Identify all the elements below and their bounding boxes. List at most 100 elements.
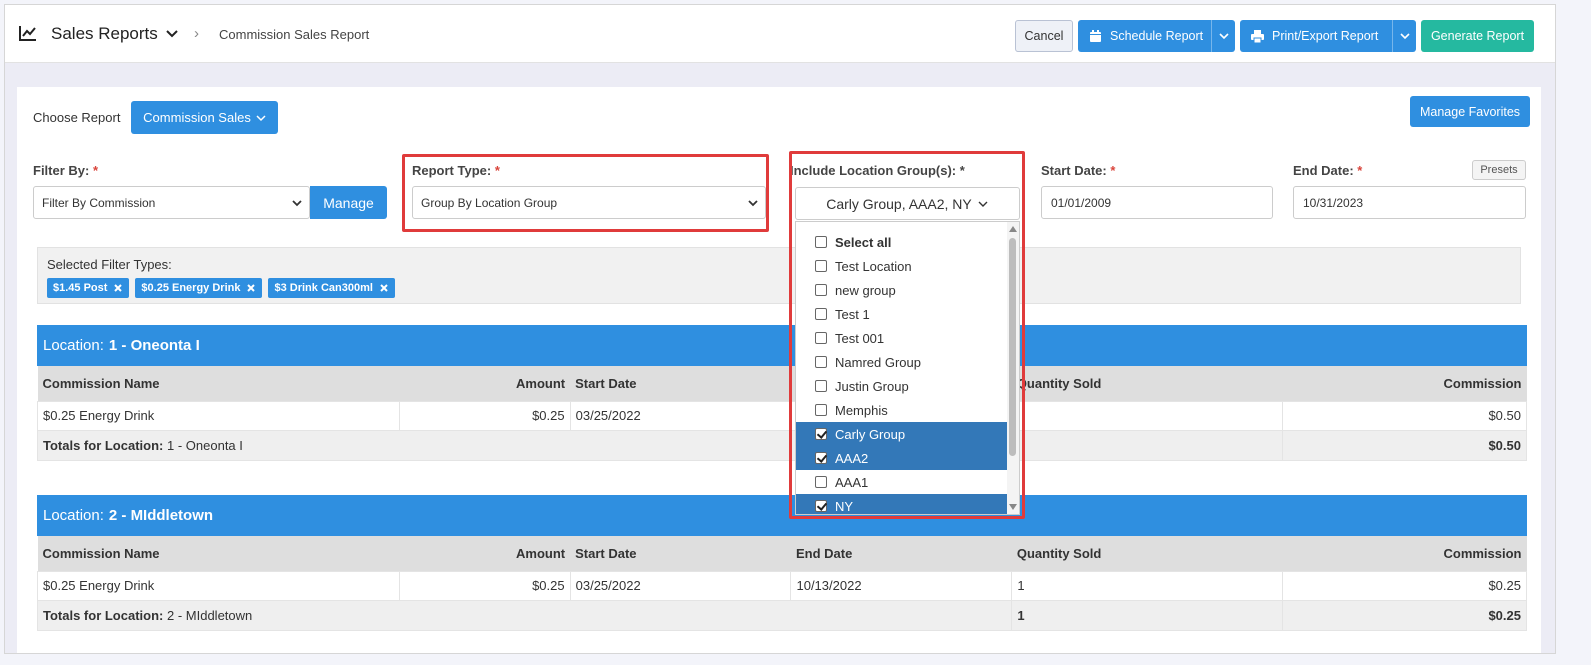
manage-favorites-label: Manage Favorites (1419, 104, 1521, 119)
cancel-button[interactable]: Cancel (1015, 20, 1073, 52)
commission-table: Commission Name Amount Start Date End Da… (36, 536, 1527, 631)
location-prefix: Location: (43, 337, 104, 354)
column-header: Commission Name (37, 536, 400, 571)
report-type-highlight (402, 154, 769, 232)
totals-label: Totals for Location: (43, 607, 164, 623)
chevron-down-icon (1399, 33, 1410, 40)
app-title[interactable]: Sales Reports (51, 24, 158, 44)
close-icon[interactable] (379, 283, 389, 293)
required-marker: * (1110, 163, 1116, 178)
commission-cell: $0.50 (1282, 400, 1527, 431)
filter-by-value: Filter By Commission (42, 195, 156, 210)
quantity-cell (1011, 400, 1284, 431)
start-date-value: 01/01/2009 (1051, 195, 1112, 210)
app-window: Sales Reports › Commission Sales Report … (4, 4, 1556, 654)
print-export-label: Print/Export Report (1272, 29, 1379, 43)
commission-table: Commission Name Amount Start Date End Da… (36, 366, 1527, 461)
manage-filter-button[interactable]: Manage (310, 186, 387, 219)
filter-chip: $3 Drink Can300ml (268, 278, 395, 298)
required-marker: * (92, 163, 99, 178)
column-header: Commission Name (37, 366, 400, 401)
cancel-label: Cancel (1024, 29, 1064, 43)
line-chart-icon (19, 26, 36, 41)
manage-filter-label: Manage (323, 194, 374, 211)
column-header: End Date (790, 536, 1012, 571)
schedule-report-label: Schedule Report (1110, 29, 1204, 43)
chevron-down-icon (256, 114, 266, 121)
column-header: Amount (399, 366, 571, 401)
start-date-cell: 03/25/2022 (569, 400, 792, 431)
required-marker: * (1357, 163, 1363, 178)
chevron-down-icon (292, 200, 302, 207)
generate-report-label: Generate Report (1430, 29, 1525, 43)
filter-chip-label: $3 Drink Can300ml (274, 282, 373, 294)
location-name: 2 - MIddletown (108, 507, 214, 524)
end-date-value: 10/31/2023 (1303, 195, 1364, 210)
totals-row: Totals for Location: 2 - MIddletown 1 $0… (36, 599, 1527, 631)
totals-location-name: 2 - MIddletown (167, 607, 253, 623)
close-icon[interactable] (113, 283, 123, 293)
top-bar: Sales Reports › Commission Sales Report … (5, 5, 1555, 63)
report-panel: Choose Report Commission Sales Manage Fa… (17, 87, 1541, 653)
commission-name-cell: $0.25 Energy Drink (37, 400, 400, 431)
column-header: Commission (1282, 536, 1527, 571)
presets-button[interactable]: Presets (1472, 160, 1526, 180)
schedule-dropdown-toggle[interactable] (1211, 20, 1235, 52)
totals-commission-cell: $0.25 (1282, 599, 1527, 631)
choose-report-value: Commission Sales (143, 110, 251, 125)
amount-cell: $0.25 (398, 570, 571, 601)
filter-chip: $0.25 Energy Drink (135, 278, 263, 298)
chevron-down-icon[interactable] (165, 27, 179, 41)
chevron-down-icon (1218, 33, 1229, 40)
close-icon[interactable] (246, 283, 256, 293)
amount-cell: $0.25 (398, 400, 571, 431)
totals-label-cell: Totals for Location: 2 - MIddletown (36, 599, 1013, 631)
totals-commission-cell: $0.50 (1282, 429, 1527, 461)
filter-by-label: Filter By: * (33, 163, 98, 178)
filter-by-select[interactable]: Filter By Commission (33, 186, 310, 219)
print-export-report-button[interactable]: Print/Export Report (1240, 20, 1416, 52)
end-date-cell: 10/13/2022 (790, 570, 1013, 601)
table-row: $0.25 Energy Drink $0.25 03/25/2022 $0.5… (37, 400, 1527, 431)
totals-location-name: 1 - Oneonta I (167, 437, 243, 453)
commission-name-cell: $0.25 Energy Drink (37, 570, 400, 601)
filter-chip-label: $0.25 Energy Drink (141, 282, 241, 294)
selected-filters-panel: Selected Filter Types: $1.45 Post $0.25 … (37, 247, 1521, 304)
column-header: Commission (1282, 366, 1527, 401)
print-dropdown-toggle[interactable] (1392, 20, 1416, 52)
start-date-label-text: Start Date: (1041, 163, 1107, 178)
totals-label: Totals for Location: (43, 437, 164, 453)
table-row: $0.25 Energy Drink $0.25 03/25/2022 10/1… (37, 570, 1527, 601)
choose-report-dropdown[interactable]: Commission Sales (131, 101, 278, 134)
filter-by-label-text: Filter By: (33, 163, 90, 178)
manage-favorites-button[interactable]: Manage Favorites (1410, 96, 1530, 127)
location-prefix: Location: (43, 507, 104, 524)
filter-chip-list: $1.45 Post $0.25 Energy Drink $3 Drink C… (47, 278, 395, 298)
column-header: Quantity Sold (1011, 536, 1283, 571)
commission-cell: $0.25 (1282, 570, 1527, 601)
generate-report-button[interactable]: Generate Report (1421, 20, 1534, 52)
quantity-cell: 1 (1011, 570, 1284, 601)
table-header-row: Commission Name Amount Start Date End Da… (37, 366, 1527, 401)
location-groups-highlight (789, 151, 1025, 519)
selected-filters-title: Selected Filter Types: (47, 257, 172, 272)
column-header: Start Date (570, 366, 791, 401)
totals-quantity-cell: 1 (1011, 599, 1284, 631)
table-header-row: Commission Name Amount Start Date End Da… (37, 536, 1527, 571)
end-date-input[interactable]: 10/31/2023 (1293, 186, 1526, 219)
start-date-input[interactable]: 01/01/2009 (1041, 186, 1273, 219)
choose-report-label: Choose Report (33, 110, 121, 125)
schedule-report-button[interactable]: Schedule Report (1078, 20, 1235, 52)
filter-chip: $1.45 Post (47, 278, 130, 298)
printer-icon (1251, 29, 1264, 43)
filter-chip-label: $1.45 Post (53, 282, 108, 294)
column-header: Quantity Sold (1011, 366, 1283, 401)
totals-row: Totals for Location: 1 - Oneonta I $0.50 (36, 429, 1527, 461)
column-header: Start Date (570, 536, 791, 571)
presets-label: Presets (1480, 164, 1518, 176)
location-header: Location: 2 - MIddletown (37, 495, 1527, 536)
breadcrumb-current: Commission Sales Report (219, 27, 370, 42)
calendar-icon (1090, 29, 1101, 42)
start-date-cell: 03/25/2022 (569, 570, 792, 601)
end-date-label-text: End Date: (1293, 163, 1354, 178)
